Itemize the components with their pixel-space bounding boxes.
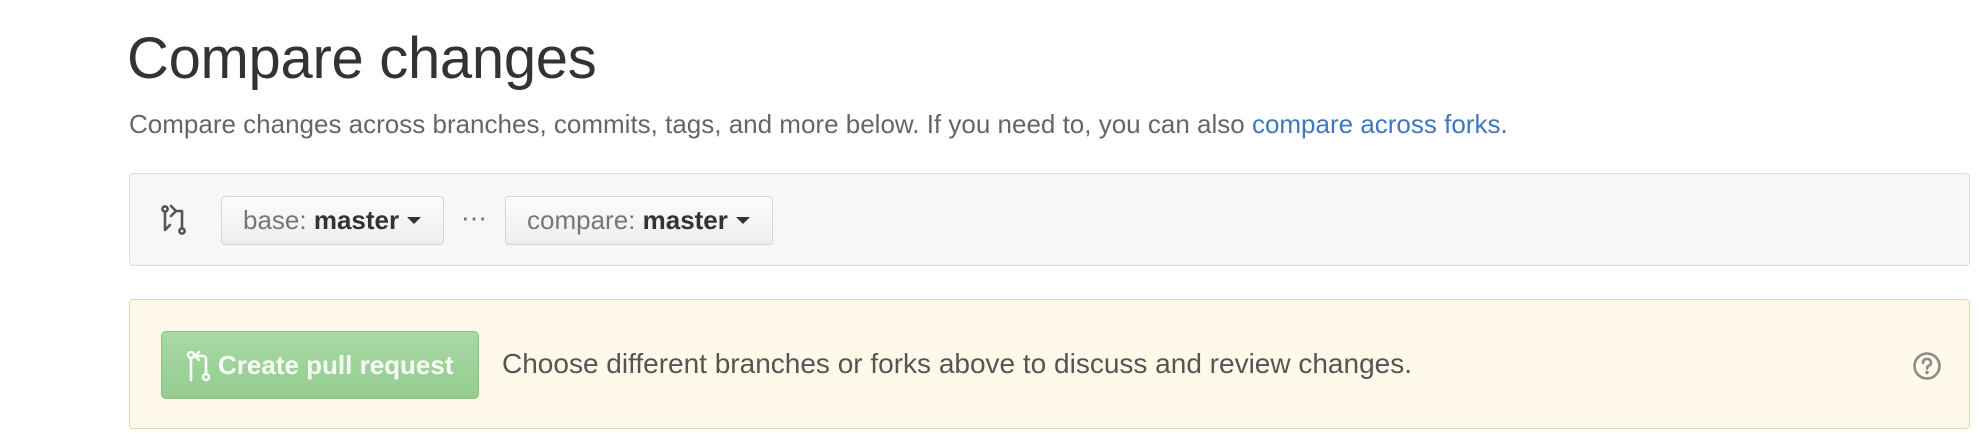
caret-down-icon xyxy=(407,216,422,224)
compare-label: compare: xyxy=(527,205,643,235)
range-editor: base: master ⋯ compare: master xyxy=(129,173,1970,266)
subtitle-text: Compare changes across branches, commits… xyxy=(129,109,1252,139)
page-subtitle: Compare changes across branches, commits… xyxy=(129,106,1508,142)
compare-branch-value: master xyxy=(642,205,728,235)
create-pull-request-button[interactable]: Create pull request xyxy=(161,331,479,399)
compare-across-forks-link[interactable]: compare across forks xyxy=(1252,109,1501,139)
caret-down-icon xyxy=(735,216,750,224)
subtitle-period: . xyxy=(1500,109,1508,139)
compare-page: Compare changes Compare changes across b… xyxy=(0,0,1980,444)
question-circle-icon[interactable] xyxy=(1912,351,1942,381)
page-title: Compare changes xyxy=(127,26,597,91)
notice-message: Choose different branches or forks above… xyxy=(502,348,1412,379)
create-pull-request-label: Create pull request xyxy=(218,350,454,380)
compare-notice: Create pull request Choose different bra… xyxy=(129,299,1970,429)
compare-arrows-icon xyxy=(158,202,190,238)
git-pull-request-icon xyxy=(186,350,211,382)
range-separator: ⋯ xyxy=(461,203,488,233)
base-label: base: xyxy=(243,205,314,235)
base-branch-value: master xyxy=(313,205,400,235)
compare-branch-select[interactable]: compare: master xyxy=(505,196,773,245)
base-branch-select[interactable]: base: master xyxy=(221,196,444,245)
